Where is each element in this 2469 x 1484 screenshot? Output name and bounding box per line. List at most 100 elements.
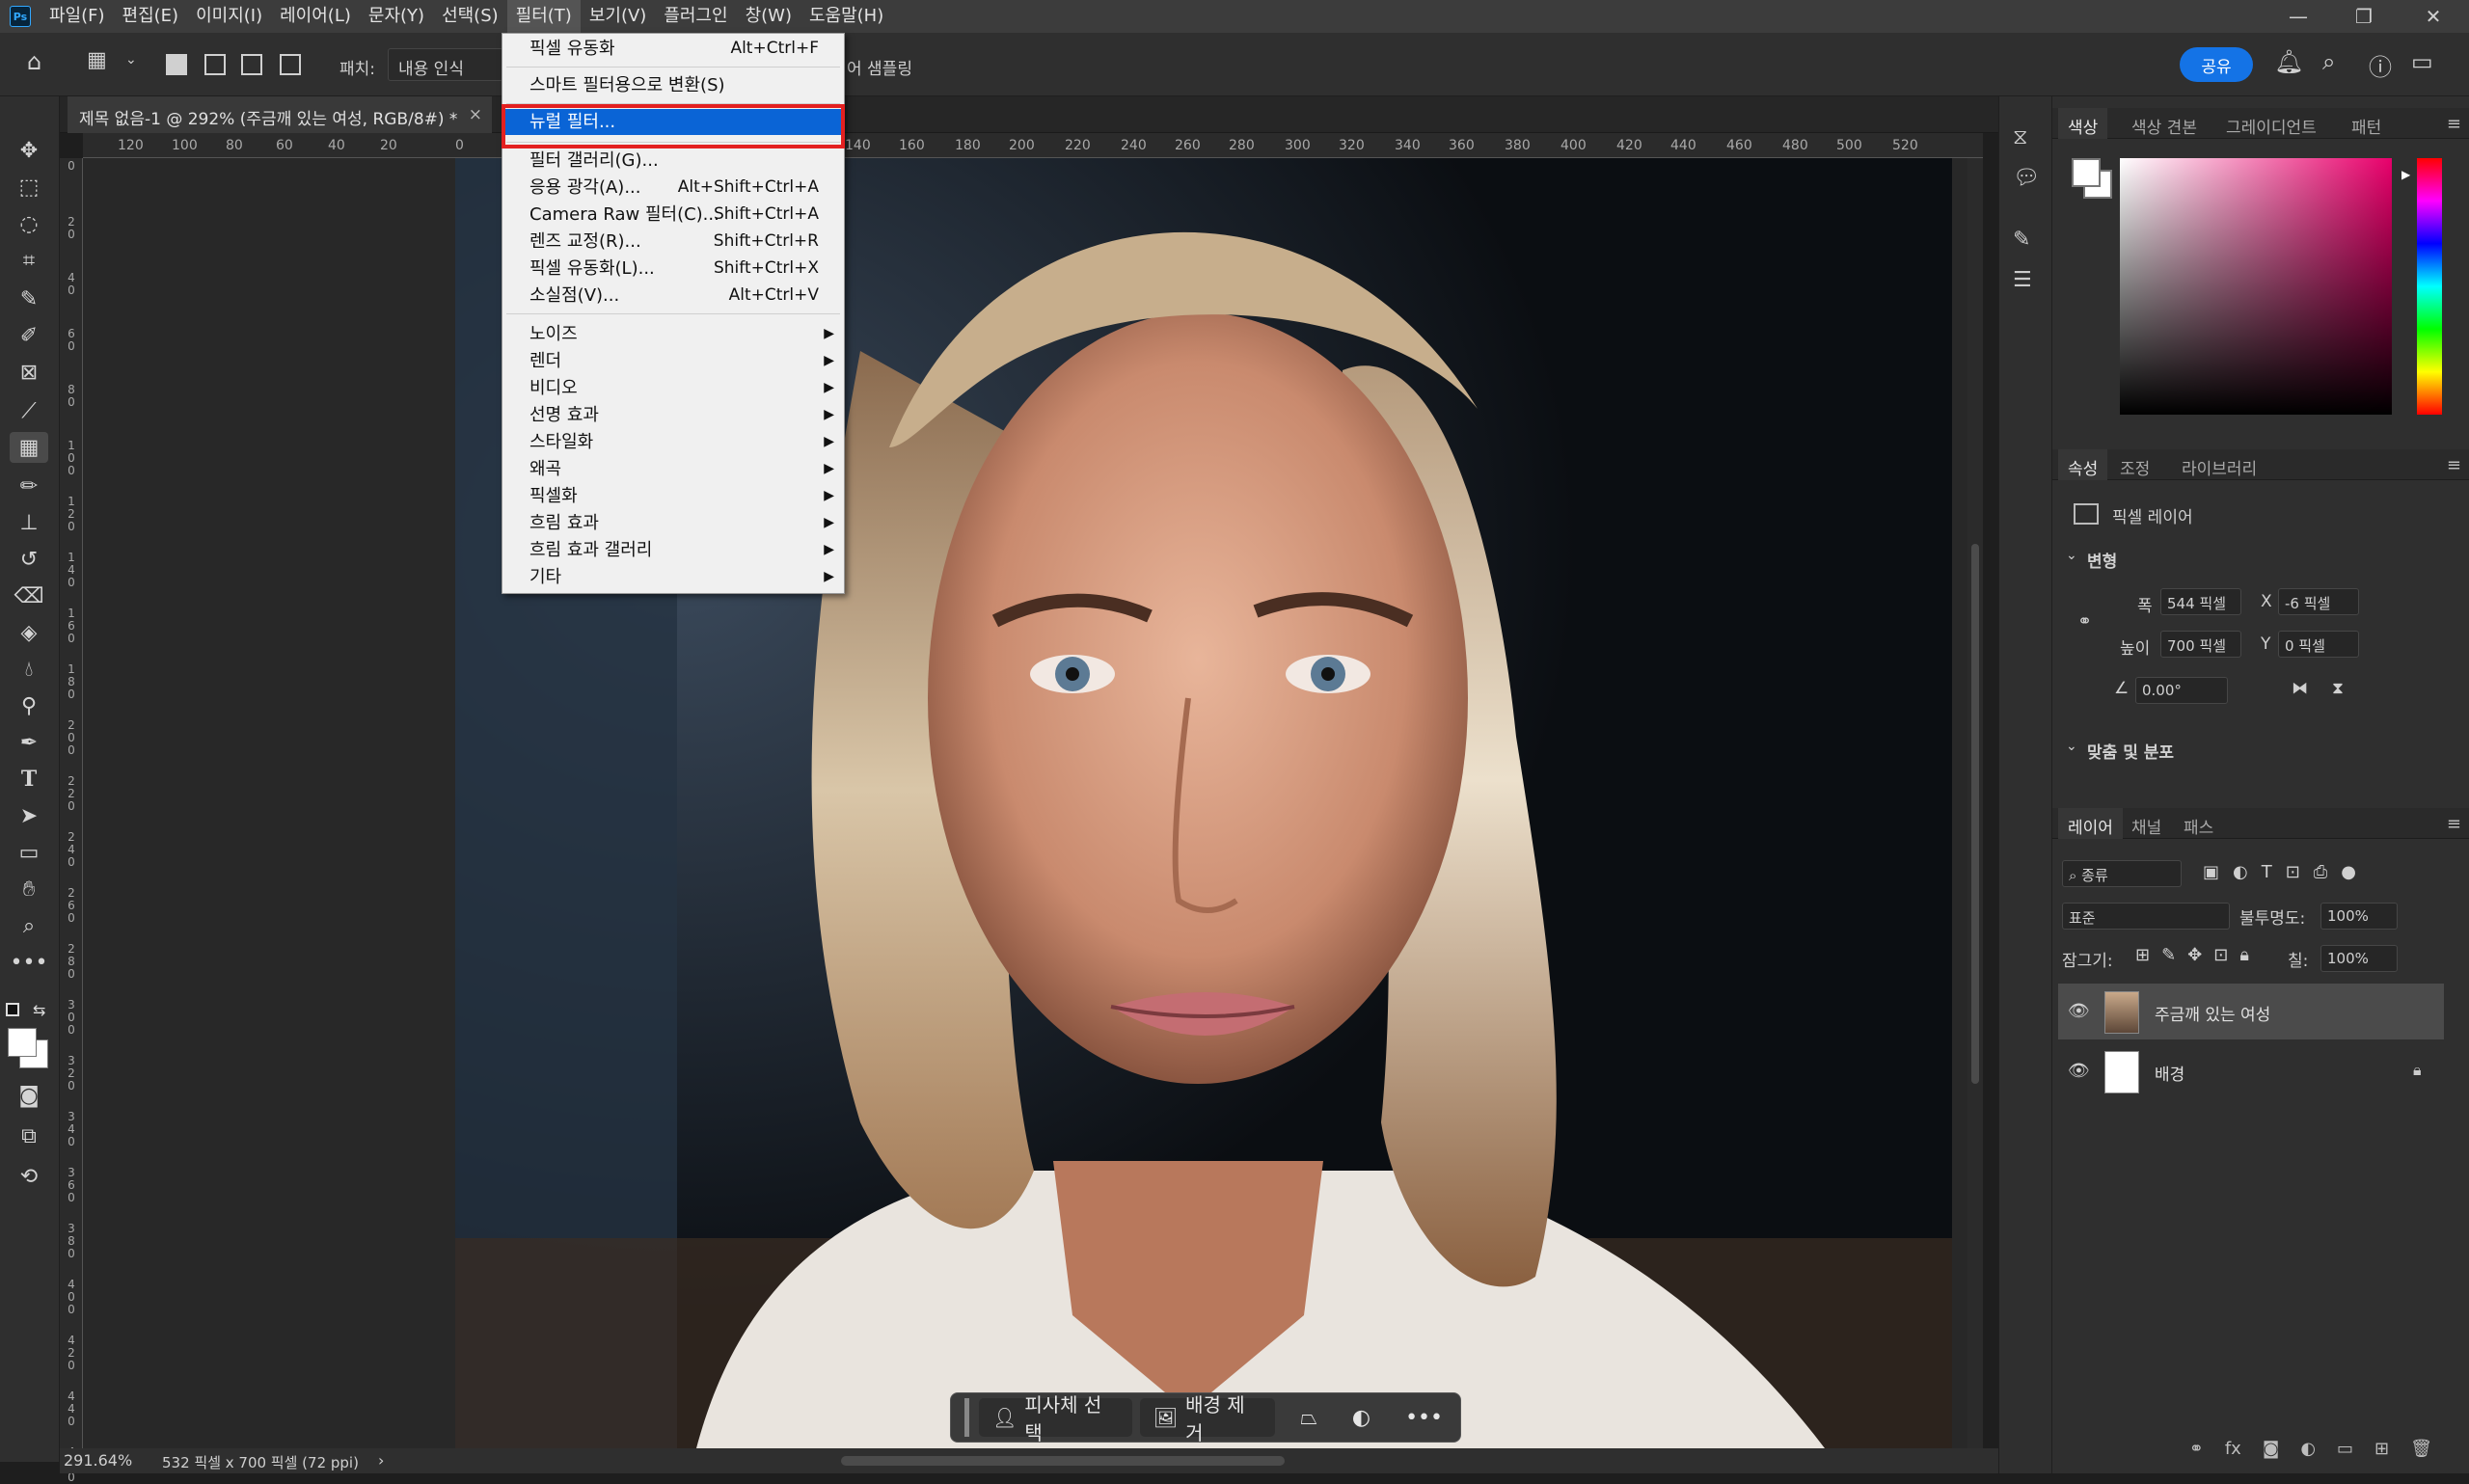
sample-all-layers-label[interactable]: 어 샘플링 [847,55,912,79]
height-field[interactable]: 700 픽셀 [2160,631,2241,658]
layer-name[interactable]: 주금깨 있는 여성 [2155,1001,2270,1025]
stamp-tool-icon[interactable]: ⊥ [10,507,48,538]
visibility-eye-icon[interactable]: 👁︎ [2068,1061,2090,1081]
chevron-right-icon[interactable]: › [378,1451,384,1470]
tab-adjustments[interactable]: 조정 [2110,449,2159,480]
photoshop-logo-icon[interactable]: Ps [10,6,31,27]
minimize-icon[interactable]: — [2266,0,2330,33]
link-layers-icon[interactable]: ⚭ [2189,1439,2204,1468]
tab-properties[interactable]: 속성 [2058,449,2108,480]
menu-item[interactable]: 창(W) [737,0,800,33]
fill-field[interactable]: 100% [2320,945,2398,972]
help-icon[interactable]: ⓘ [2369,48,2392,82]
filter-submenu-item[interactable]: 선명 효과 ▶ [502,402,844,428]
add-selection-icon[interactable] [204,54,226,75]
panel-menu-icon[interactable]: ≡ [2447,455,2461,475]
adjustments-icon[interactable]: ☰ [2013,268,2032,292]
tab-channels[interactable]: 채널 [2122,808,2171,839]
filter-submenu-item[interactable]: 흐림 효과 ▶ [502,510,844,536]
tab-layers[interactable]: 레이어 [2058,808,2123,839]
zoom-tool-icon[interactable]: ⌕ [10,910,48,941]
filter-menu-item[interactable]: 소실점(V)... Alt+Ctrl+V [502,283,844,309]
patch-tool-preset-icon[interactable]: ▦ [87,48,107,72]
opacity-field[interactable]: 100% [2320,903,2398,930]
menu-item[interactable]: 문자(Y) [360,0,433,33]
filter-submenu-item[interactable]: 비디오 ▶ [502,375,844,401]
default-colors-icon[interactable] [6,1003,19,1016]
layer-name[interactable]: 배경 [2155,1061,2184,1085]
menu-item[interactable]: 파일(F) [41,0,114,33]
tab-gradients[interactable]: 그레이디언트 [2216,108,2326,139]
layer-row[interactable]: 👁︎ 주금깨 있는 여성 [2058,984,2444,1039]
layer-row[interactable]: 👁︎ 배경 🔒︎ [2058,1043,2444,1099]
menu-item[interactable]: 선택(S) [433,0,507,33]
layer-filter-select[interactable]: ⌕ 종류 [2062,860,2182,887]
remove-background-button[interactable]: 🖼︎ 배경 제거 [1139,1393,1276,1444]
chevron-down-icon[interactable]: ⌄ [2066,548,2077,563]
menu-item[interactable]: 레이어(L) [271,0,360,33]
new-layer-icon[interactable]: ⊞ [2374,1439,2389,1468]
close-icon[interactable]: ✕ [2401,0,2465,33]
rectangle-tool-icon[interactable]: ▭ [10,837,48,868]
hue-pointer-icon[interactable]: ▶ [2401,168,2410,181]
layer-filter-icons[interactable]: ▣◐T⊡⎙● [2203,862,2370,882]
delete-icon[interactable]: 🗑︎ [2410,1439,2432,1468]
panel-menu-icon[interactable]: ≡ [2447,114,2461,134]
foreground-swatch[interactable] [2072,158,2101,187]
transform-icon[interactable]: ⏢ [1300,1406,1317,1430]
filter-submenu-item[interactable]: 렌더 ▶ [502,348,844,374]
hue-slider[interactable] [2417,158,2442,415]
move-tool-icon[interactable]: ✥ [10,135,48,166]
flip-horizontal-icon[interactable]: ⧓ [2292,679,2308,698]
add-mask-icon[interactable]: ◙ [2263,1439,2279,1468]
align-distribute-header[interactable]: 맞춤 및 분포 [2087,739,2174,763]
patch-tool-icon[interactable]: ▦ [10,432,48,463]
paint-bucket-tool-icon[interactable]: ◈ [10,617,48,648]
group-icon[interactable]: ▭ [2337,1439,2353,1468]
drag-handle[interactable] [964,1398,969,1437]
tab-patterns[interactable]: 패턴 [2342,108,2391,139]
document-info[interactable]: 532 픽셀 x 700 픽셀 (72 ppi) [162,1452,359,1472]
new-selection-icon[interactable] [166,54,187,75]
blend-mode-select[interactable]: 표준 [2062,903,2230,930]
filter-menu-item[interactable]: 픽셀 유동화(L)... Shift+Ctrl+X [502,256,844,282]
share-button[interactable]: 공유 [2180,47,2253,82]
patch-mode-select[interactable]: 내용 인식 [388,48,503,81]
history-brush-tool-icon[interactable]: ↺ [10,544,48,575]
menu-item[interactable]: 편집(E) [114,0,188,33]
color-picker-field[interactable] [2120,158,2392,415]
filter-menu-item[interactable]: 필터 갤러리(G)... [502,148,844,174]
flip-vertical-icon[interactable]: ⧗ [2332,679,2344,698]
filter-submenu-item[interactable]: 픽셀화 ▶ [502,483,844,509]
type-tool-icon[interactable]: T [10,764,48,795]
fx-icon[interactable]: fx [2225,1439,2241,1468]
y-field[interactable]: 0 픽셀 [2278,631,2359,658]
brushes-icon[interactable]: ✎ [2013,228,2030,252]
filter-menu-item[interactable]: Camera Raw 필터(C)... Shift+Ctrl+A [502,202,844,228]
width-field[interactable]: 544 픽셀 [2160,588,2241,615]
screen-mode-icon[interactable]: ⧉ [10,1120,48,1151]
menu-item[interactable]: 도움말(H) [800,0,892,33]
filter-submenu-item[interactable]: 기타 ▶ [502,564,844,590]
more-tools-icon[interactable]: ••• [10,947,48,978]
comments-icon[interactable]: 💬︎ [2013,166,2040,190]
panel-menu-icon[interactable]: ≡ [2447,814,2461,834]
scroll-thumb[interactable] [1971,544,1979,1084]
x-field[interactable]: -6 픽셀 [2278,588,2359,615]
more-options-icon[interactable]: ••• [1405,1406,1443,1430]
hand-tool-icon[interactable]: ✋︎ [10,874,48,904]
filter-submenu-item[interactable]: 왜곡 ▶ [502,456,844,482]
horizontal-scroll-thumb[interactable] [841,1456,1285,1466]
search-icon[interactable]: ⌕ [2322,48,2335,75]
quick-mask-icon[interactable]: ◙ [10,1080,48,1111]
menu-item[interactable]: 보기(V) [581,0,655,33]
tab-paths[interactable]: 패스 [2174,808,2223,839]
generative-fill-icon[interactable]: ⟲ [10,1161,48,1192]
filter-menu-item[interactable]: 스마트 필터용으로 변환(S) [502,72,844,98]
pen-tool-icon[interactable]: ✒ [10,727,48,758]
crop-tool-icon[interactable]: ⌗ [10,245,48,276]
filter-menu-item[interactable]: 응용 광각(A)... Alt+Shift+Ctrl+A [502,175,844,201]
lock-icons[interactable]: ⊞✎✥⊡🔒︎ [2135,945,2261,965]
filter-submenu-item[interactable]: 노이즈 ▶ [502,321,844,347]
filter-submenu-item[interactable]: 스타일화 ▶ [502,429,844,455]
